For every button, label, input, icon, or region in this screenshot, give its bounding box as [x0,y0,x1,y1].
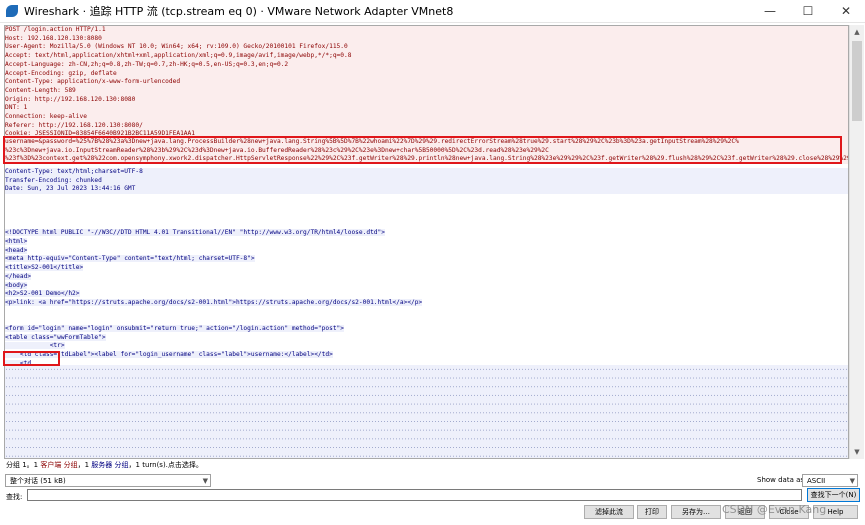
html-line-text: <tr> [5,342,65,350]
csdn-watermark: CSDN @Evan Kang [722,503,827,516]
html-line: <h2>S2-001 Demo</h2> [5,290,848,299]
html-line-text: <meta http-equiv="Content-Type" content=… [5,255,255,263]
show-data-as-label: Show data as [757,476,805,484]
response-line: Date: Sun, 23 Jul 2023 13:44:16 GMT [5,185,848,195]
window-titlebar: Wireshark · 追踪 HTTP 流 (tcp.stream eq 0) … [0,0,865,23]
request-line: POST /login.action HTTP/1.1 [5,26,848,35]
html-line-text: <h2>S2-001 Demo</h2> [5,290,80,298]
html-line-text: <form id="login" name="login" onsubmit="… [5,325,344,333]
response-line: Content-Type: text/html;charset=UTF-8 [5,168,848,177]
chevron-down-icon: ▼ [202,477,208,485]
html-line: <tr> [5,342,848,351]
print-button[interactable]: 打印 [637,505,667,519]
vertical-scrollbar[interactable]: ▲ ▼ [849,25,864,459]
html-line-text: <p>link: <a href="https://struts.apache.… [5,299,423,306]
packet-status-text: 分组 1。1 客户端 分组，1 服务器 分组，1 turn(s).点击选择。 [6,460,203,470]
request-line: Connection: keep-alive [5,113,848,122]
request-headers: POST /login.action HTTP/1.1 Host: 192.168… [5,26,848,148]
payload-highlight-box [3,136,842,164]
html-line: <meta http-equiv="Content-Type" content=… [5,255,848,264]
conversation-select-value: 整个对话 (51 kB) [10,476,66,485]
server-packets-label: 服务器 分组 [91,461,129,469]
request-line: User-Agent: Mozilla/5.0 (Windows NT 10.0… [5,43,848,53]
html-line-text: </head> [5,272,32,280]
request-line: Accept: text/html,application/xhtml+xml,… [5,52,848,61]
find-input[interactable] [27,489,802,501]
html-line: <html> [5,238,848,247]
binary-data-filler [5,365,848,458]
root-highlight-box [3,351,60,366]
request-line: DNT: 1 [5,104,848,114]
request-line: Content-Length: 589 [5,86,848,96]
html-line-text: <table class="wwFormTable"> [5,333,106,341]
chevron-down-icon: ▼ [849,477,855,485]
save-as-button[interactable]: 另存为… [671,505,721,519]
show-data-as-select[interactable]: ASCII ▼ [802,474,858,487]
status-part2: ，1 [77,461,92,469]
request-line: Content-Type: application/x-www-form-url… [5,78,848,87]
response-headers: Content-Type: text/html;charset=UTF-8 Tra… [5,168,848,195]
minimize-icon[interactable]: — [751,0,789,22]
status-part1: 分组 1。1 [6,461,41,469]
html-line: </head> [5,272,848,282]
html-line-text: <title>S2-001</title> [5,264,84,272]
request-line: Host: 192.168.120.130:8080 [5,34,848,44]
html-line [5,316,848,325]
html-line: <head> [5,246,848,256]
wireshark-fin-icon [6,5,18,17]
conversation-select[interactable]: 整个对话 (51 kB) ▼ [5,474,211,487]
html-line-text: <html> [5,238,28,246]
html-line: <form id="login" name="login" onsubmit="… [5,325,848,334]
request-line: Accept-Encoding: gzip, deflate [5,69,848,79]
show-data-as-value: ASCII [807,476,826,485]
html-line-text: <!DOCTYPE html PUBLIC "-//W3C//DTD HTML … [5,229,385,237]
html-line-text: <body> [5,281,28,289]
html-line: <body> [5,281,848,291]
scroll-up-icon[interactable]: ▲ [850,25,864,39]
find-label: 查找: [6,493,23,501]
html-line: <p>link: <a href="https://struts.apache.… [5,299,848,308]
html-line [5,221,848,230]
request-line: Origin: http://192.168.120.130:8080 [5,95,848,105]
scroll-down-icon[interactable]: ▼ [850,445,864,459]
client-packets-label: 客户端 分组 [40,461,78,469]
close-icon[interactable]: ✕ [827,0,865,22]
html-line-text: <head> [5,246,28,254]
find-next-button[interactable]: 查找下一个(N) [807,488,860,502]
html-line [5,212,848,221]
request-line: Referer: http://192.168.120.130:8080/ [5,121,848,131]
response-line: Transfer-Encoding: chunked [5,176,848,186]
status-part3: ，1 turn(s).点击选择。 [128,461,203,469]
html-line [5,308,848,317]
filter-out-stream-button[interactable]: 滤掉此流 [584,505,634,519]
maximize-icon[interactable]: ☐ [789,0,827,22]
stream-content-pane[interactable]: POST /login.action HTTP/1.1 Host: 192.168… [4,25,849,459]
html-line: <table class="wwFormTable"> [5,333,848,343]
request-line: Accept-Language: zh-CN,zh;q=0.8,zh-TW;q=… [5,60,848,70]
window-controls: — ☐ ✕ [751,0,865,22]
html-line: <!DOCTYPE html PUBLIC "-//W3C//DTD HTML … [5,229,848,238]
scroll-thumb[interactable] [852,41,862,121]
window-title: Wireshark · 追踪 HTTP 流 (tcp.stream eq 0) … [24,5,454,18]
html-line: <title>S2-001</title> [5,264,848,273]
